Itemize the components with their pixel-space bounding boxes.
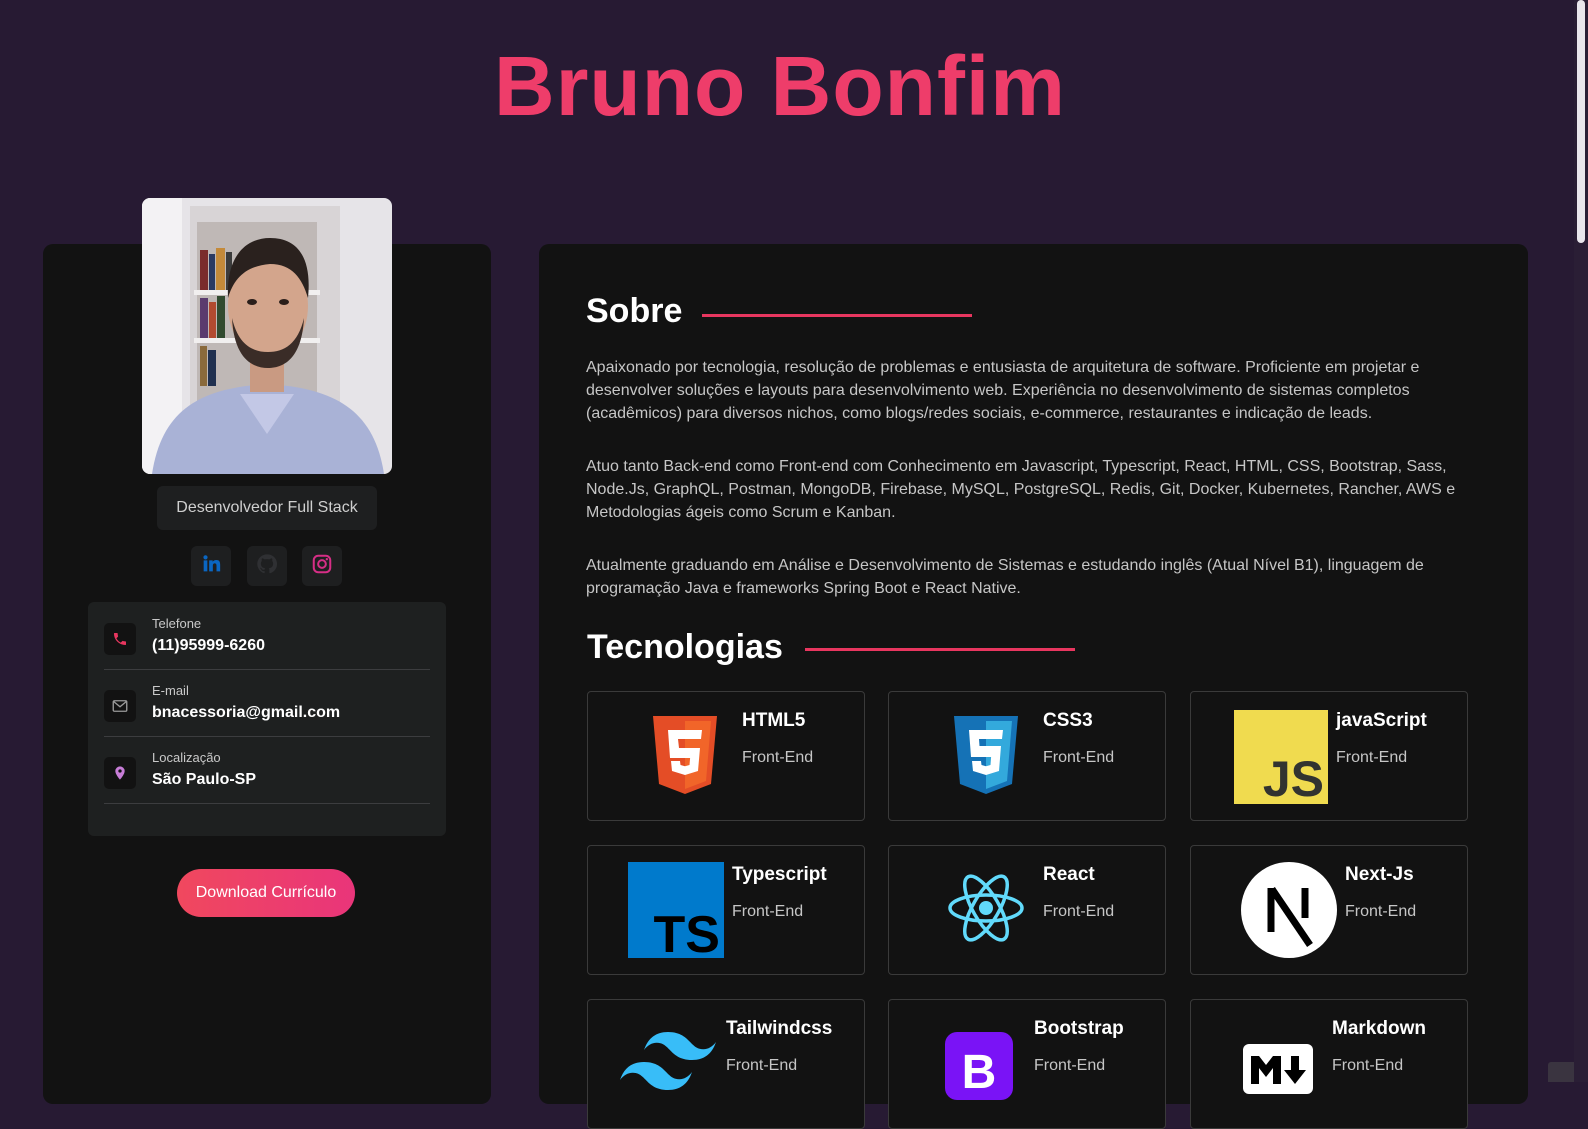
css3-icon <box>951 714 1021 801</box>
contact-label: Telefone <box>152 616 202 631</box>
github-button[interactable] <box>247 546 287 586</box>
tech-category: Front-End <box>732 903 804 920</box>
contact-phone: Telefone (11)95999-6260 <box>104 602 430 670</box>
about-paragraph: Apaixonado por tecnologia, resolução de … <box>586 359 1420 422</box>
role-badge: Desenvolvedor Full Stack <box>157 486 377 530</box>
contact-email: E-mail bnacessoria@gmail.com <box>104 669 430 737</box>
tech-name: javaScript <box>1336 710 1427 731</box>
tech-card-javascript: JS javaScript Front-End <box>1190 691 1468 821</box>
nextjs-icon <box>1241 862 1337 963</box>
github-icon <box>256 553 278 580</box>
technologies-title: Tecnologias <box>587 628 783 666</box>
tech-name: HTML5 <box>742 710 806 731</box>
tech-category: Front-End <box>1034 1057 1106 1074</box>
tailwind-icon <box>620 1032 716 1097</box>
corner-widget <box>1548 1062 1574 1082</box>
linkedin-icon <box>200 553 222 580</box>
mail-icon <box>104 690 136 722</box>
about-title-underline <box>702 314 972 317</box>
contact-value[interactable]: bnacessoria@gmail.com <box>152 704 340 722</box>
tech-category: Front-End <box>1332 1057 1404 1074</box>
tech-category: Front-End <box>1043 749 1115 766</box>
svg-text:JS: JS <box>1263 751 1324 804</box>
location-pin-icon <box>104 757 136 789</box>
instagram-button[interactable] <box>302 546 342 586</box>
contact-value[interactable]: (11)95999-6260 <box>152 637 265 655</box>
tech-card-html5: HTML5 Front-End <box>587 691 865 821</box>
svg-text:TS: TS <box>654 906 720 958</box>
tech-card-bootstrap: B Bootstrap Front-End <box>888 999 1166 1129</box>
tech-card-nextjs: Next-Js Front-End <box>1190 845 1468 975</box>
svg-text:B: B <box>962 1046 997 1099</box>
phone-icon <box>104 623 136 655</box>
markdown-icon <box>1243 1044 1313 1099</box>
tech-name: Next-Js <box>1345 864 1414 885</box>
contact-location: Localização São Paulo-SP <box>104 736 430 804</box>
tech-category: Front-End <box>742 749 814 766</box>
technologies-title-underline <box>805 648 1075 651</box>
contact-label: E-mail <box>152 683 189 698</box>
contact-list: Telefone (11)95999-6260 E-mail bnacessor… <box>88 602 446 836</box>
tech-name: Bootstrap <box>1034 1018 1124 1039</box>
contact-label: Localização <box>152 750 221 765</box>
tech-name: React <box>1043 864 1095 885</box>
tech-category: Front-End <box>726 1057 798 1074</box>
contact-value: São Paulo-SP <box>152 771 257 788</box>
bootstrap-icon: B <box>945 1032 1013 1105</box>
html5-icon <box>650 714 720 801</box>
react-icon <box>947 872 1025 949</box>
tech-category: Front-End <box>1336 749 1408 766</box>
tech-card-tailwind: Tailwindcss Front-End <box>587 999 865 1129</box>
page-title: Bruno Bonfim <box>494 39 1066 133</box>
about-title: Sobre <box>586 292 683 330</box>
tech-card-css3: CSS3 Front-End <box>888 691 1166 821</box>
tech-card-typescript: TS Typescript Front-End <box>587 845 865 975</box>
tech-card-react: React Front-End <box>888 845 1166 975</box>
tech-name: Typescript <box>732 864 827 885</box>
scrollbar[interactable] <box>1574 0 1588 1082</box>
about-paragraph: Atualmente graduando em Análise e Desenv… <box>586 557 1424 597</box>
tech-category: Front-End <box>1043 903 1115 920</box>
tech-name: Tailwindcss <box>726 1018 833 1039</box>
tech-card-markdown: Markdown Front-End <box>1190 999 1468 1129</box>
download-cv-button[interactable]: Download Currículo <box>177 869 355 917</box>
profile-photo <box>142 198 392 474</box>
linkedin-button[interactable] <box>191 546 231 586</box>
typescript-icon: TS <box>628 862 724 964</box>
javascript-icon: JS <box>1234 710 1328 809</box>
tech-category: Front-End <box>1345 903 1417 920</box>
about-paragraph: Atuo tanto Back-end como Front-end com C… <box>586 458 1456 521</box>
instagram-icon <box>311 553 333 580</box>
scrollbar-thumb[interactable] <box>1577 0 1585 243</box>
tech-name: Markdown <box>1332 1018 1426 1039</box>
tech-name: CSS3 <box>1043 710 1093 731</box>
